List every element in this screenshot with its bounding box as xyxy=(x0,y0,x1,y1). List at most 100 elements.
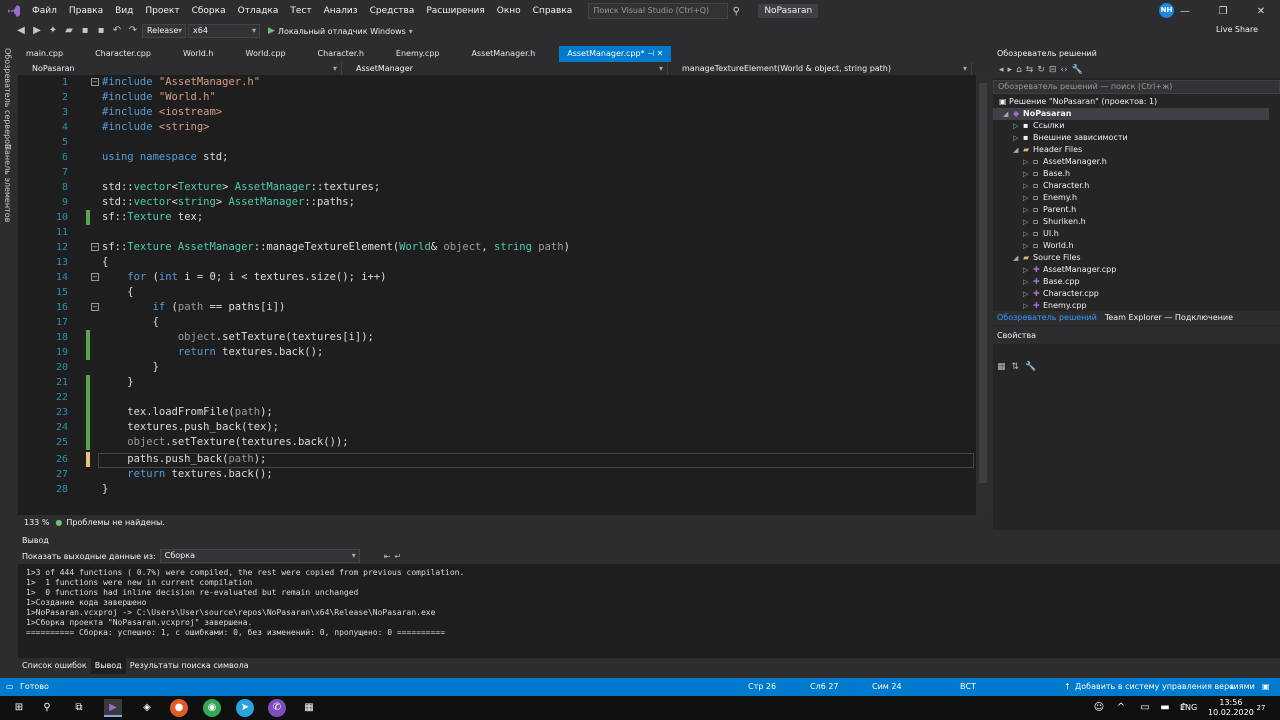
tree-file[interactable]: ▷ ✚ AssetManager.cpp xyxy=(1023,264,1116,276)
close-icon[interactable]: ✕ xyxy=(1242,6,1280,17)
tab-assetmanager-cpp[interactable]: AssetManager.cpp* ⊣ ✕ xyxy=(559,46,672,62)
scroll-thumb[interactable] xyxy=(979,83,987,483)
chevron-down-icon[interactable]: ◢ xyxy=(1013,252,1023,264)
open-folder-icon[interactable]: ▰ xyxy=(62,24,76,38)
tree-file[interactable]: ▷ ▫ AssetManager.h xyxy=(1023,156,1107,168)
zoom-level[interactable]: 133 % xyxy=(18,518,55,527)
sync-icon[interactable]: ⇆ xyxy=(1026,65,1034,75)
back-icon[interactable]: ◂ xyxy=(999,65,1004,75)
solution-search-input[interactable]: Обозреватель решений — поиск (Ctrl+ж) xyxy=(993,80,1280,94)
menu-test[interactable]: Тест xyxy=(284,6,317,16)
tree-file[interactable]: ▷ ▫ Parent.h xyxy=(1023,204,1076,216)
tab-error-list[interactable]: Список ошибок xyxy=(18,658,91,674)
tree-file[interactable]: ▷ ▫ UI.h xyxy=(1023,228,1059,240)
tree-header-files[interactable]: ◢ ▰ Header Files xyxy=(1013,144,1082,156)
windows-start-icon[interactable]: ⊞ xyxy=(10,699,28,717)
tree-external-deps[interactable]: ▷ ▪ Внешние зависимости xyxy=(1013,132,1128,144)
platform-select[interactable]: x64 xyxy=(188,24,260,38)
pin-icon[interactable]: ⊣ xyxy=(647,49,654,58)
menu-debug[interactable]: Отладка xyxy=(232,6,285,16)
chevron-right-icon[interactable]: ▷ xyxy=(1013,120,1023,132)
tree-file[interactable]: ▷ ✚ Base.cpp xyxy=(1023,276,1080,288)
tree-file[interactable]: ▷ ✚ Character.cpp xyxy=(1023,288,1099,300)
task-view-icon[interactable]: ⧉ xyxy=(70,699,88,717)
home-icon[interactable]: ⌂ xyxy=(1016,65,1022,75)
server-explorer-tab[interactable]: Обозреватель серверов xyxy=(3,48,12,149)
back-icon[interactable]: ◀ xyxy=(14,24,28,38)
input-language[interactable]: ENG xyxy=(1180,696,1197,720)
menu-build[interactable]: Сборка xyxy=(186,6,232,16)
configuration-select[interactable]: Release xyxy=(142,24,186,38)
redo-icon[interactable]: ↷ xyxy=(126,24,140,38)
tab-team-explorer[interactable]: Team Explorer — Подключение xyxy=(1101,311,1237,325)
menu-project[interactable]: Проект xyxy=(139,6,185,16)
browser-icon[interactable]: ● xyxy=(170,699,188,717)
close-tab-icon[interactable]: ✕ xyxy=(657,49,664,58)
visual-studio-taskbar-icon[interactable]: ▶ xyxy=(104,699,122,717)
output-source-select[interactable]: Сборка xyxy=(159,549,360,563)
restore-icon[interactable]: ❐ xyxy=(1204,6,1242,17)
tree-references[interactable]: ▷ ▪ Ссылки xyxy=(1013,120,1064,132)
alphabetical-icon[interactable]: ⇅ xyxy=(1012,362,1020,372)
properties-icon[interactable]: 🔧 xyxy=(1072,65,1083,75)
tab-character-cpp[interactable]: Character.cpp xyxy=(71,46,159,62)
issues-status[interactable]: Проблемы не найдены. xyxy=(66,518,164,527)
refresh-icon[interactable]: ↻ xyxy=(1037,65,1045,75)
minimize-icon[interactable]: — xyxy=(1166,6,1204,17)
menu-window[interactable]: Окно xyxy=(491,6,527,16)
add-to-source-control-button[interactable]: Добавить в систему управления версиями xyxy=(1075,678,1255,696)
live-share-button[interactable]: Live Share xyxy=(1216,25,1258,34)
clock[interactable]: 13:56 10.02.2020 xyxy=(1208,698,1254,718)
save-icon[interactable]: ▪ xyxy=(78,24,92,38)
tree-file[interactable]: ▷ ▫ World.h xyxy=(1023,240,1074,252)
tree-project[interactable]: ◢ ◆ NoPasaran xyxy=(993,108,1269,120)
code-icon[interactable]: ‹› xyxy=(1060,65,1067,75)
clear-output-icon[interactable]: ⇤ xyxy=(364,552,391,561)
tree-solution[interactable]: ▣ Решение "NoPasaran" (проектов: 1) xyxy=(999,96,1157,108)
viber-icon[interactable]: ✆ xyxy=(268,699,286,717)
telegram-icon[interactable]: ➤ xyxy=(236,699,254,717)
menu-extensions[interactable]: Расширения xyxy=(420,6,490,16)
new-project-icon[interactable]: ✦ xyxy=(46,24,60,38)
start-debugging-button[interactable]: ▶ Локальный отладчик Windows ▾ xyxy=(268,26,413,36)
tab-main-cpp[interactable]: main.cpp xyxy=(18,46,71,62)
tree-file[interactable]: ▷ ▫ Character.h xyxy=(1023,180,1089,192)
tab-world-h[interactable]: World.h xyxy=(159,46,222,62)
search-icon[interactable]: ⚲ xyxy=(38,699,56,717)
menu-view[interactable]: Вид xyxy=(109,6,139,16)
network-icon[interactable]: ▬ xyxy=(1156,699,1174,717)
menu-analyze[interactable]: Анализ xyxy=(318,6,364,16)
menu-help[interactable]: Справка xyxy=(527,6,579,16)
chevron-up-icon[interactable]: ^ xyxy=(1112,699,1130,717)
tree-file[interactable]: ▷ ▫ Shuriken.h xyxy=(1023,216,1086,228)
project-dropdown[interactable]: NoPasaran xyxy=(18,62,342,75)
menu-edit[interactable]: Правка xyxy=(63,6,109,16)
tree-source-files[interactable]: ◢ ▰ Source Files xyxy=(1013,252,1081,264)
tree-file[interactable]: ▷ ▫ Base.h xyxy=(1023,168,1070,180)
member-dropdown[interactable]: manageTextureElement(World & object, str… xyxy=(668,62,972,75)
toolbox-tab[interactable]: Панель элементов xyxy=(3,144,12,222)
tab-solution-explorer[interactable]: Обозреватель решений xyxy=(993,311,1101,325)
action-center-icon[interactable]: 27 xyxy=(1252,699,1270,717)
tab-assetmanager-h[interactable]: AssetManager.h xyxy=(447,46,543,62)
tab-world-cpp[interactable]: World.cpp xyxy=(222,46,294,62)
collapse-icon[interactable]: ⊟ xyxy=(1049,65,1057,75)
people-icon[interactable]: ☺ xyxy=(1090,699,1108,717)
tree-file[interactable]: ▷ ▫ Enemy.h xyxy=(1023,192,1077,204)
menu-file[interactable]: Файл xyxy=(26,6,63,16)
tab-enemy-cpp[interactable]: Enemy.cpp xyxy=(372,46,448,62)
scope-dropdown[interactable]: AssetManager xyxy=(342,62,668,75)
menu-tools[interactable]: Средства xyxy=(364,6,421,16)
notifications-icon[interactable]: ▣ xyxy=(1262,678,1270,696)
tab-symbol-results[interactable]: Результаты поиска символа xyxy=(126,658,253,674)
tab-character-h[interactable]: Character.h xyxy=(294,46,372,62)
editor-vertical-scrollbar[interactable] xyxy=(976,75,990,515)
epic-games-icon[interactable]: ◈ xyxy=(138,699,156,717)
word-wrap-icon[interactable]: ↵ xyxy=(394,552,401,561)
code-editor[interactable]: 1− #include "AssetManager.h" 2 #include "W… xyxy=(18,75,990,515)
forward-icon[interactable]: ▶ xyxy=(30,24,44,38)
calculator-icon[interactable]: ▦ xyxy=(300,699,318,717)
forward-icon[interactable]: ▸ xyxy=(1008,65,1013,75)
save-all-icon[interactable]: ▪ xyxy=(94,24,108,38)
chevron-down-icon[interactable]: ◢ xyxy=(1013,144,1023,156)
